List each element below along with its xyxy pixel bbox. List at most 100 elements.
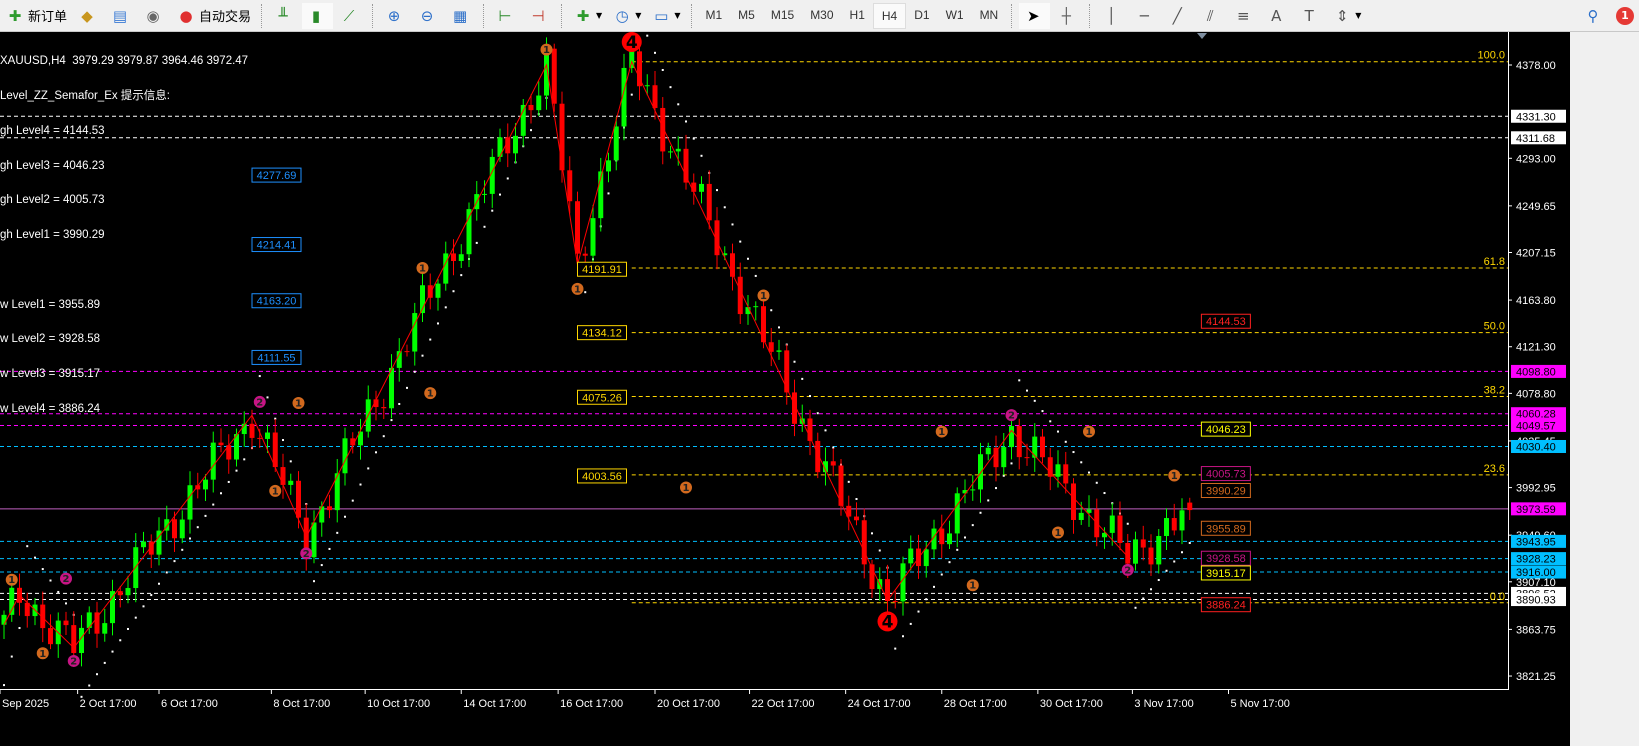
cursor-tool[interactable]: ➤ — [1019, 2, 1051, 29]
notifications-button[interactable]: 1 — [1612, 3, 1638, 29]
candle-body — [1109, 515, 1115, 533]
sar-dot — [398, 402, 401, 405]
sar-dot — [917, 610, 920, 613]
sar-dot — [421, 354, 424, 357]
channel-icon: ⫽ — [1206, 6, 1214, 25]
sar-dot — [390, 419, 393, 422]
sar-dot — [41, 568, 44, 571]
equidistant-channel-tool[interactable]: ⫽ — [1196, 3, 1227, 29]
sar-dot — [995, 487, 997, 490]
candle-body — [249, 423, 255, 438]
fibonacci-tool[interactable]: ≡ — [1229, 3, 1260, 29]
crosshair-icon: ┼ — [1061, 6, 1071, 25]
crosshair-tool[interactable]: ┼ — [1052, 3, 1083, 29]
sar-dot — [607, 192, 610, 195]
sar-dot — [1057, 430, 1059, 433]
price-tag-value: 3928.23 — [1516, 554, 1556, 566]
semafor-label: 4 — [626, 33, 638, 53]
navigator-button[interactable]: ▤ — [106, 3, 137, 29]
sar-dot — [119, 639, 122, 642]
sar-dot — [731, 223, 734, 226]
sar-dot — [1026, 389, 1028, 392]
timeframe-h1[interactable]: H1 — [842, 3, 873, 27]
candle-body — [48, 628, 53, 645]
indicators-button[interactable]: ✚ ▼ — [569, 3, 606, 29]
candle-body — [993, 447, 999, 468]
sar-dot — [173, 560, 176, 563]
sar-dot — [669, 86, 672, 89]
sar-dot — [204, 514, 207, 517]
toolbar: ✚ 新订单 ◆ ▤ ◉ ● 自动交易 ╨ ▮ ⟋ ⊕ ⊖ ▦ ⊢ ⊣ ✚ ▼ ◷ ▼… — [0, 0, 1639, 32]
semafor-label: 2 — [303, 549, 310, 560]
bar-chart-button[interactable]: ╨ — [269, 3, 300, 29]
text-label-tool[interactable]: T — [1295, 3, 1326, 29]
timeframe-m1[interactable]: M1 — [698, 3, 731, 27]
text-tool[interactable]: A — [1262, 3, 1293, 29]
sar-dot — [1072, 451, 1075, 454]
chart-shift-button[interactable]: ⊣ — [524, 3, 555, 29]
new-order-button[interactable]: ✚ 新订单 — [1, 3, 71, 29]
candle-body — [954, 493, 960, 534]
candle-body — [776, 350, 782, 352]
separator — [1011, 3, 1013, 28]
semafor-label: 2 — [1124, 565, 1131, 576]
tile-windows-button[interactable]: ▦ — [446, 3, 477, 29]
sar-dot — [437, 322, 439, 325]
sar-dot — [816, 412, 819, 415]
zoom-out-button[interactable]: ⊖ — [413, 3, 444, 29]
candle-body — [590, 218, 596, 256]
sar-dot — [871, 532, 873, 535]
timeframe-mn[interactable]: MN — [972, 3, 1007, 27]
timeframe-w1[interactable]: W1 — [938, 3, 972, 27]
sar-dot — [413, 370, 416, 373]
candlestick-button[interactable]: ▮ — [302, 2, 334, 29]
sar-dot — [336, 531, 339, 534]
sar-dot — [429, 338, 432, 341]
level-box-value: 4277.69 — [257, 170, 297, 182]
line-chart-button[interactable]: ⟋ — [335, 3, 366, 29]
candle-body — [203, 479, 208, 490]
level-box-value: 4214.41 — [257, 240, 297, 252]
timeframe-m5[interactable]: M5 — [730, 3, 763, 27]
sar-dot — [452, 290, 455, 293]
candle-body — [1187, 502, 1193, 511]
candle-body — [327, 506, 332, 511]
sar-dot — [483, 225, 486, 228]
semafor-label: 1 — [760, 291, 767, 302]
trendline-tool[interactable]: ╱ — [1163, 3, 1194, 29]
horizontal-line-tool[interactable]: ─ — [1130, 3, 1161, 29]
semafor-label: 1 — [1171, 471, 1178, 482]
timeframe-m30[interactable]: M30 — [802, 3, 841, 27]
signals-button[interactable]: ◉ — [139, 3, 170, 29]
sar-dot — [406, 386, 408, 389]
price-tag-value: 3973.59 — [1516, 504, 1556, 516]
candle-body — [1179, 510, 1185, 531]
market-watch-button[interactable]: ◆ — [73, 3, 104, 29]
candle-body — [102, 623, 108, 634]
periods-button[interactable]: ◷ ▼ — [608, 3, 645, 29]
arrows-tool[interactable]: ⇕ ▼ — [1328, 3, 1365, 29]
zoom-in-button[interactable]: ⊕ — [380, 3, 411, 29]
level-box-value: 3955.89 — [1206, 523, 1246, 535]
vertical-line-tool[interactable]: │ — [1097, 3, 1128, 29]
search-button[interactable]: ⚲ — [1579, 3, 1610, 29]
candle-body — [1071, 483, 1076, 520]
chart-shift-icon: ⊣ — [531, 6, 545, 25]
candle-body — [1156, 536, 1162, 565]
candle-body — [1063, 464, 1069, 484]
candle-body — [854, 516, 859, 521]
sar-dot — [1080, 461, 1083, 464]
info-line — [0, 265, 248, 277]
x-tick-label: 2 Oct 17:00 — [80, 698, 137, 710]
auto-trading-button[interactable]: ● 自动交易 — [172, 3, 255, 29]
timeframe-d1[interactable]: D1 — [906, 3, 937, 27]
timeframe-h4[interactable]: H4 — [872, 2, 907, 29]
auto-scroll-button[interactable]: ⊢ — [491, 3, 522, 29]
info-line: w Level3 = 3915.17 — [0, 368, 101, 381]
y-tick-label: 4078.80 — [1516, 388, 1556, 400]
candle-body — [761, 306, 766, 343]
timeframe-m15[interactable]: M15 — [763, 3, 802, 27]
symbol-ohlc: XAUUSD,H4 3979.29 3979.87 3964.46 3972.4… — [0, 55, 249, 68]
templates-button[interactable]: ▭ ▼ — [647, 3, 684, 29]
fib-level-label: 23.6 — [1484, 463, 1505, 475]
